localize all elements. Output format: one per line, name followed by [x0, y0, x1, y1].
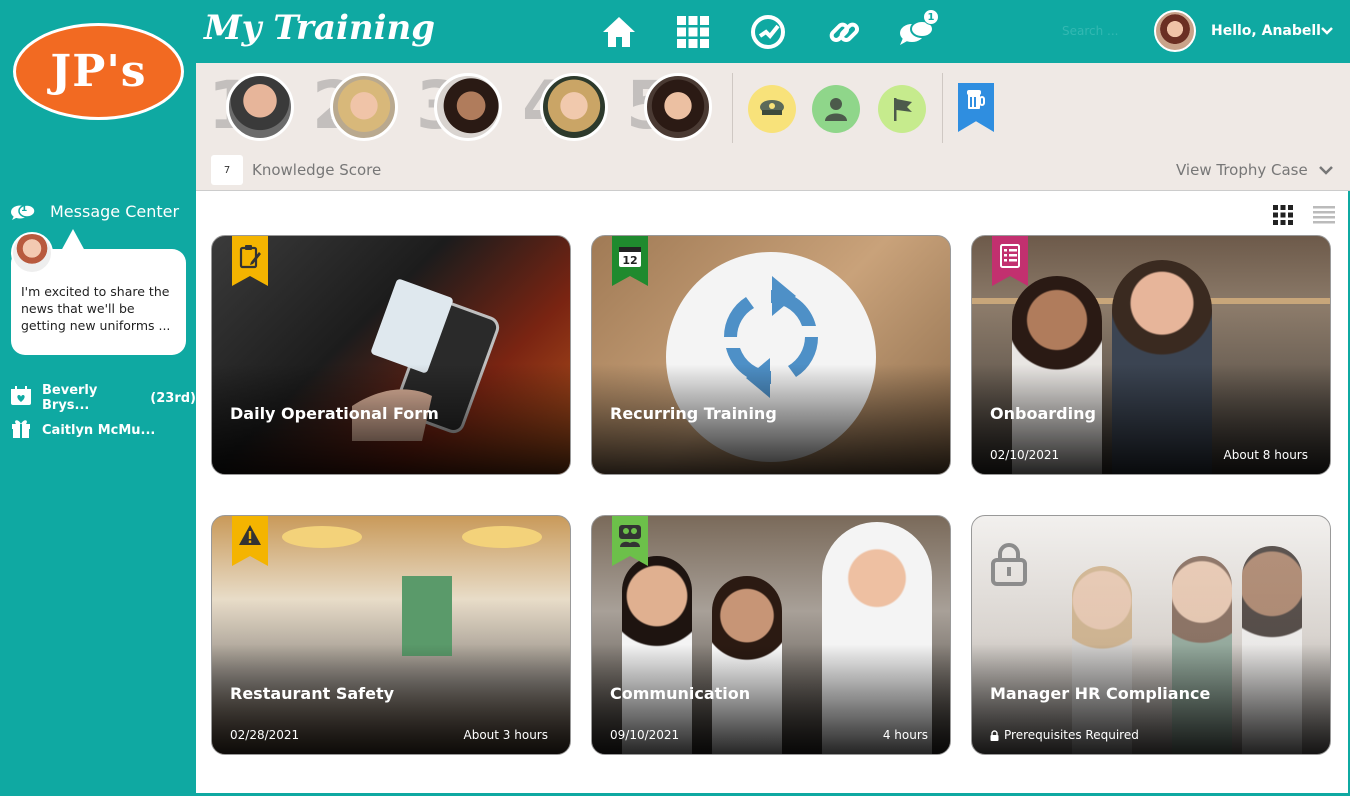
training-card-recurring-training[interactable]: 12 Recurring Training — [591, 235, 951, 475]
card-title: Manager HR Compliance — [990, 684, 1211, 703]
leaderboard-rank-1[interactable]: 1 — [208, 71, 298, 143]
link-icon — [829, 22, 860, 43]
clipboard-edit-icon — [239, 245, 261, 269]
card-title: Communication — [610, 684, 751, 703]
beer-mug-icon — [967, 90, 985, 109]
card-title: Restaurant Safety — [230, 684, 395, 703]
knowledge-score-label: Knowledge Score — [252, 161, 382, 179]
lock-icon — [991, 543, 1027, 586]
achievement-badge-1[interactable] — [748, 85, 796, 133]
event-item-gift[interactable]: Caitlyn McMu... — [10, 417, 155, 443]
checklist-icon — [1000, 244, 1020, 268]
message-preview-text: I'm excited to share the news that we'll… — [21, 284, 171, 333]
person-badge-icon — [825, 98, 847, 121]
leaderboard-rank-3[interactable]: 3 — [416, 71, 506, 143]
trophy-ribbon[interactable] — [958, 83, 994, 132]
training-card-daily-operational-form[interactable]: Daily Operational Form — [211, 235, 571, 475]
company-logo[interactable]: JP's — [13, 23, 184, 120]
lamp-image — [462, 526, 542, 548]
grid-view-icon[interactable] — [1273, 205, 1293, 225]
card-tag — [232, 516, 268, 566]
card-title: Daily Operational Form — [230, 404, 439, 423]
logo-text: JP's — [50, 46, 147, 97]
leader-avatar — [540, 73, 608, 141]
message-center-icon: 1 — [10, 203, 38, 221]
card-tag: 12 — [612, 236, 648, 286]
event-date: (23rd) — [150, 390, 196, 406]
training-card-manager-hr-compliance[interactable]: Manager HR Compliance Prerequisites Requ… — [971, 515, 1331, 755]
leader-avatar — [330, 73, 398, 141]
warning-icon — [239, 525, 261, 545]
achievement-badge-3[interactable] — [878, 85, 926, 133]
calendar-12-icon: 12 — [619, 247, 641, 267]
card-tag — [232, 236, 268, 286]
divider — [732, 73, 733, 143]
small-lock-icon — [990, 729, 999, 741]
page-title: My Training — [204, 8, 436, 48]
card-duration: 4 hours — [882, 728, 928, 742]
card-tag — [612, 516, 648, 566]
leader-avatar — [644, 73, 712, 141]
event-item-birthday[interactable]: Beverly Brys... (23rd) — [10, 383, 196, 413]
leaderboard-rank-2[interactable]: 2 — [312, 71, 402, 143]
calendar-heart-icon — [10, 386, 32, 410]
user-greeting[interactable]: Hello, Anabell — [1211, 23, 1321, 39]
dashboard-button[interactable] — [749, 13, 787, 51]
training-grid: Daily Operational Form 12 Recurring Trai… — [196, 191, 1348, 793]
user-avatar[interactable] — [1154, 10, 1196, 52]
links-button[interactable] — [825, 13, 863, 51]
flag-icon — [894, 98, 912, 121]
speedometer-icon — [751, 15, 785, 49]
card-date: 02/28/2021 — [230, 728, 300, 742]
message-sender-avatar — [11, 232, 53, 274]
card-duration: About 3 hours — [463, 728, 548, 742]
message-center-label: Message Center — [50, 202, 180, 221]
chat-button[interactable]: 1 — [899, 9, 939, 51]
trophy-strip: 1 2 3 4 5 — [196, 63, 1350, 191]
card-tag — [992, 236, 1028, 286]
home-icon — [603, 17, 635, 47]
card-title: Recurring Training — [610, 404, 777, 423]
svg-text:12: 12 — [622, 254, 637, 267]
view-trophy-case-link[interactable]: View Trophy Case — [1176, 161, 1308, 179]
chevron-down-icon[interactable] — [1320, 24, 1334, 38]
home-button[interactable] — [600, 13, 638, 51]
leader-avatar — [434, 73, 502, 141]
card-date: 09/10/2021 — [610, 728, 680, 742]
captain-hat-icon — [760, 100, 784, 115]
card-duration: About 8 hours — [1223, 448, 1308, 462]
list-view-icon[interactable] — [1313, 205, 1335, 225]
apps-grid-button[interactable] — [674, 13, 712, 51]
achievement-badge-2[interactable] — [812, 85, 860, 133]
card-date: 02/10/2021 — [990, 448, 1060, 462]
card-title: Onboarding — [990, 404, 1096, 423]
grid-icon — [677, 16, 709, 48]
lamp-image — [282, 526, 362, 548]
divider — [942, 73, 943, 143]
gift-icon — [10, 417, 32, 443]
event-name: Beverly Brys... — [42, 383, 98, 413]
message-count-badge: 1 — [21, 203, 28, 214]
search-hint[interactable]: Search ... — [1062, 24, 1118, 38]
top-bar: My Training 1 Search ... Hello, Anabell — [196, 0, 1350, 63]
message-center-header[interactable]: 1 Message Center — [10, 202, 179, 221]
training-card-restaurant-safety[interactable]: Restaurant Safety 02/28/2021 About 3 hou… — [211, 515, 571, 755]
leaderboard-rank-5[interactable]: 5 — [626, 71, 716, 143]
chevron-down-icon[interactable] — [1318, 163, 1334, 177]
leaderboard-rank-4[interactable]: 4 — [522, 71, 612, 143]
card-prerequisites: Prerequisites Required — [990, 728, 1139, 742]
sidebar: JP's 1 Message Center I'm excited to sha… — [0, 0, 196, 796]
people-chat-icon — [619, 525, 641, 547]
knowledge-score-value: 7 — [211, 155, 243, 185]
training-card-communication[interactable]: Communication 09/10/2021 4 hours — [591, 515, 951, 755]
prerequisites-text: Prerequisites Required — [1004, 728, 1139, 742]
training-card-onboarding[interactable]: Onboarding 02/10/2021 About 8 hours — [971, 235, 1331, 475]
event-name: Caitlyn McMu... — [42, 422, 156, 438]
chat-count-badge: 1 — [923, 9, 939, 25]
leader-avatar — [226, 73, 294, 141]
